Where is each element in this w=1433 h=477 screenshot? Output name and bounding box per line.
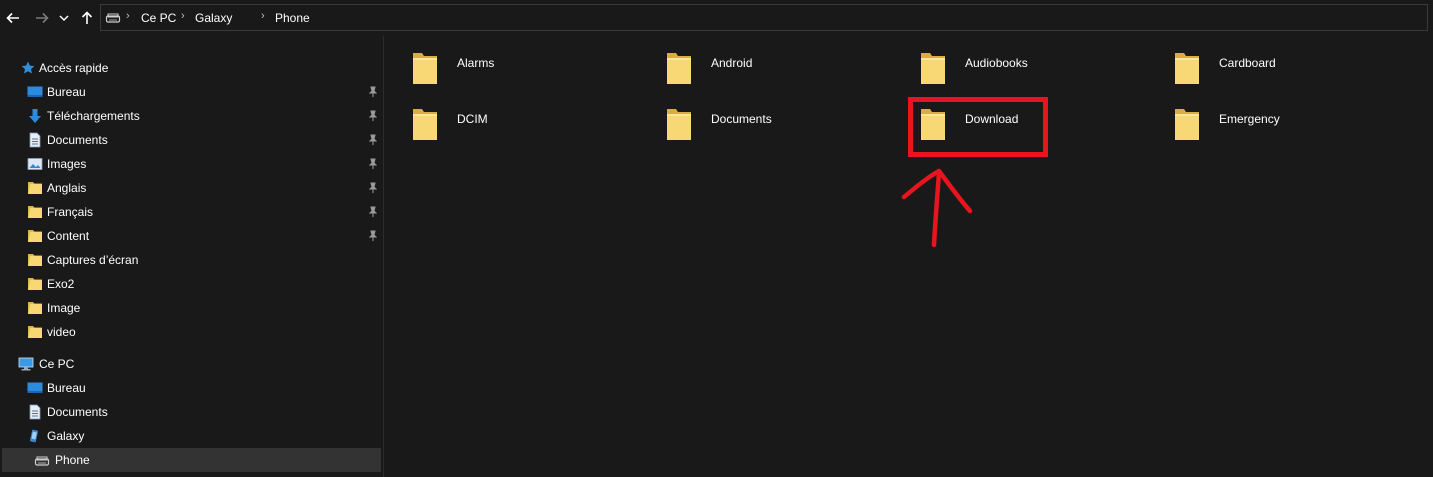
arrow-up-icon: [81, 11, 93, 24]
folder-item-documents[interactable]: Documents: [638, 92, 878, 144]
folder-icon: [413, 53, 437, 84]
breadcrumb-phone[interactable]: Phone: [275, 11, 310, 25]
breadcrumb-separator-icon[interactable]: ›: [126, 10, 130, 22]
folder-item-emergency[interactable]: Emergency: [1146, 92, 1386, 144]
breadcrumb-separator-icon[interactable]: ›: [261, 10, 265, 22]
folder-name: Alarms: [457, 56, 495, 70]
forward-button[interactable]: [32, 8, 52, 28]
sidebar-item-label: Bureau: [47, 85, 86, 99]
pin-icon: [368, 182, 378, 193]
folder-icon: [921, 53, 945, 84]
sidebar-item-pc-documents[interactable]: Documents: [0, 400, 382, 424]
sidebar-item-content[interactable]: Content: [0, 224, 382, 248]
sidebar-item-phone[interactable]: Phone: [2, 448, 381, 472]
sidebar-item-anglais[interactable]: Anglais: [0, 176, 382, 200]
desktop-icon: [27, 382, 43, 393]
folder-icon: [1175, 53, 1199, 84]
sidebar-item-label: Documents: [47, 133, 108, 147]
folder-item-android[interactable]: Android: [638, 36, 878, 88]
folder-item-cardboard[interactable]: Cardboard: [1146, 36, 1386, 88]
sidebar-item-telechargements[interactable]: Téléchargements: [0, 104, 382, 128]
sidebar-item-label: Exo2: [47, 277, 75, 291]
annotation-arrow-icon: [901, 168, 973, 248]
navigation-pane: Accès rapide Bureau Téléchargements Docu…: [0, 36, 382, 477]
sidebar-item-label: Ce PC: [39, 357, 75, 371]
sidebar-item-video[interactable]: video: [0, 320, 382, 344]
arrow-left-icon: [6, 12, 19, 24]
address-bar[interactable]: › Ce PC › Galaxy › Phone: [100, 4, 1428, 31]
folder-name: Documents: [711, 112, 772, 126]
folder-icon: [413, 109, 437, 140]
star-icon: [21, 61, 35, 74]
sidebar-item-label: Anglais: [47, 181, 87, 195]
sidebar-item-label: Documents: [47, 405, 108, 419]
sidebar-item-label: Content: [47, 229, 90, 243]
document-icon: [29, 404, 41, 420]
phone-drive-icon: [34, 456, 50, 466]
chevron-down-icon: [59, 15, 69, 22]
folder-icon: [28, 206, 42, 218]
pin-icon: [368, 86, 378, 97]
folder-icon: [28, 182, 42, 194]
annotation-highlight-box: [908, 97, 1048, 157]
sidebar-item-label: Phone: [55, 453, 90, 467]
sidebar-item-label: Captures d’écran: [47, 253, 139, 267]
folder-item-alarms[interactable]: Alarms: [384, 36, 624, 88]
download-icon: [29, 109, 41, 123]
sidebar-item-label: video: [47, 325, 76, 339]
folder-name: DCIM: [457, 112, 488, 126]
folder-item-dcim[interactable]: DCIM: [384, 92, 624, 144]
folder-name: Emergency: [1219, 112, 1280, 126]
folder-item-audiobooks[interactable]: Audiobooks: [892, 36, 1132, 88]
sidebar-item-documents[interactable]: Documents: [0, 128, 382, 152]
pin-icon: [368, 206, 378, 217]
folder-name: Cardboard: [1219, 56, 1276, 70]
pin-icon: [368, 230, 378, 241]
arrow-right-icon: [36, 12, 49, 24]
folder-icon: [28, 326, 42, 338]
recent-locations-button[interactable]: [56, 8, 72, 28]
folder-icon: [28, 254, 42, 266]
navigation-bar: › Ce PC › Galaxy › Phone: [0, 0, 1433, 36]
images-icon: [27, 158, 43, 170]
folder-icon: [28, 302, 42, 314]
phone-icon: [30, 429, 38, 443]
sidebar-item-pc-bureau[interactable]: Bureau: [0, 376, 382, 400]
sidebar-item-label: Images: [47, 157, 87, 171]
breadcrumb-separator-icon[interactable]: ›: [181, 10, 185, 22]
pin-icon: [368, 134, 378, 145]
computer-icon: [18, 357, 34, 371]
sidebar-item-captures-ecran[interactable]: Captures d’écran: [0, 248, 382, 272]
folder-icon: [1175, 109, 1199, 140]
pin-icon: [368, 158, 378, 169]
sidebar-item-ce-pc[interactable]: Ce PC: [0, 352, 382, 376]
sidebar-item-label: Français: [47, 205, 94, 219]
sidebar-item-bureau[interactable]: Bureau: [0, 80, 382, 104]
sidebar-item-images[interactable]: Images: [0, 152, 382, 176]
sidebar-item-quick-access[interactable]: Accès rapide: [0, 56, 382, 80]
up-button[interactable]: [77, 8, 97, 28]
sidebar-item-galaxy[interactable]: Galaxy: [0, 424, 382, 448]
pin-icon: [368, 110, 378, 121]
folder-icon: [667, 53, 691, 84]
folder-name: Android: [711, 56, 753, 70]
sidebar-item-label: Téléchargements: [47, 109, 140, 123]
desktop-icon: [27, 86, 43, 97]
back-button[interactable]: [3, 8, 23, 28]
folder-icon: [28, 278, 42, 290]
sidebar-item-image[interactable]: Image: [0, 296, 382, 320]
sidebar-item-label: Bureau: [47, 381, 86, 395]
sidebar-item-francais[interactable]: Français: [0, 200, 382, 224]
sidebar-item-label: Galaxy: [47, 429, 85, 443]
breadcrumb-ce-pc[interactable]: Ce PC: [141, 11, 176, 25]
sidebar-item-label: Accès rapide: [39, 61, 109, 75]
folder-name: Audiobooks: [965, 56, 1028, 70]
breadcrumb-galaxy[interactable]: Galaxy: [195, 11, 232, 25]
folder-icon: [667, 109, 691, 140]
folder-icon: [28, 230, 42, 242]
phone-drive-icon: [105, 11, 121, 28]
sidebar-item-exo2[interactable]: Exo2: [0, 272, 382, 296]
document-icon: [29, 132, 41, 148]
sidebar-item-label: Image: [47, 301, 81, 315]
